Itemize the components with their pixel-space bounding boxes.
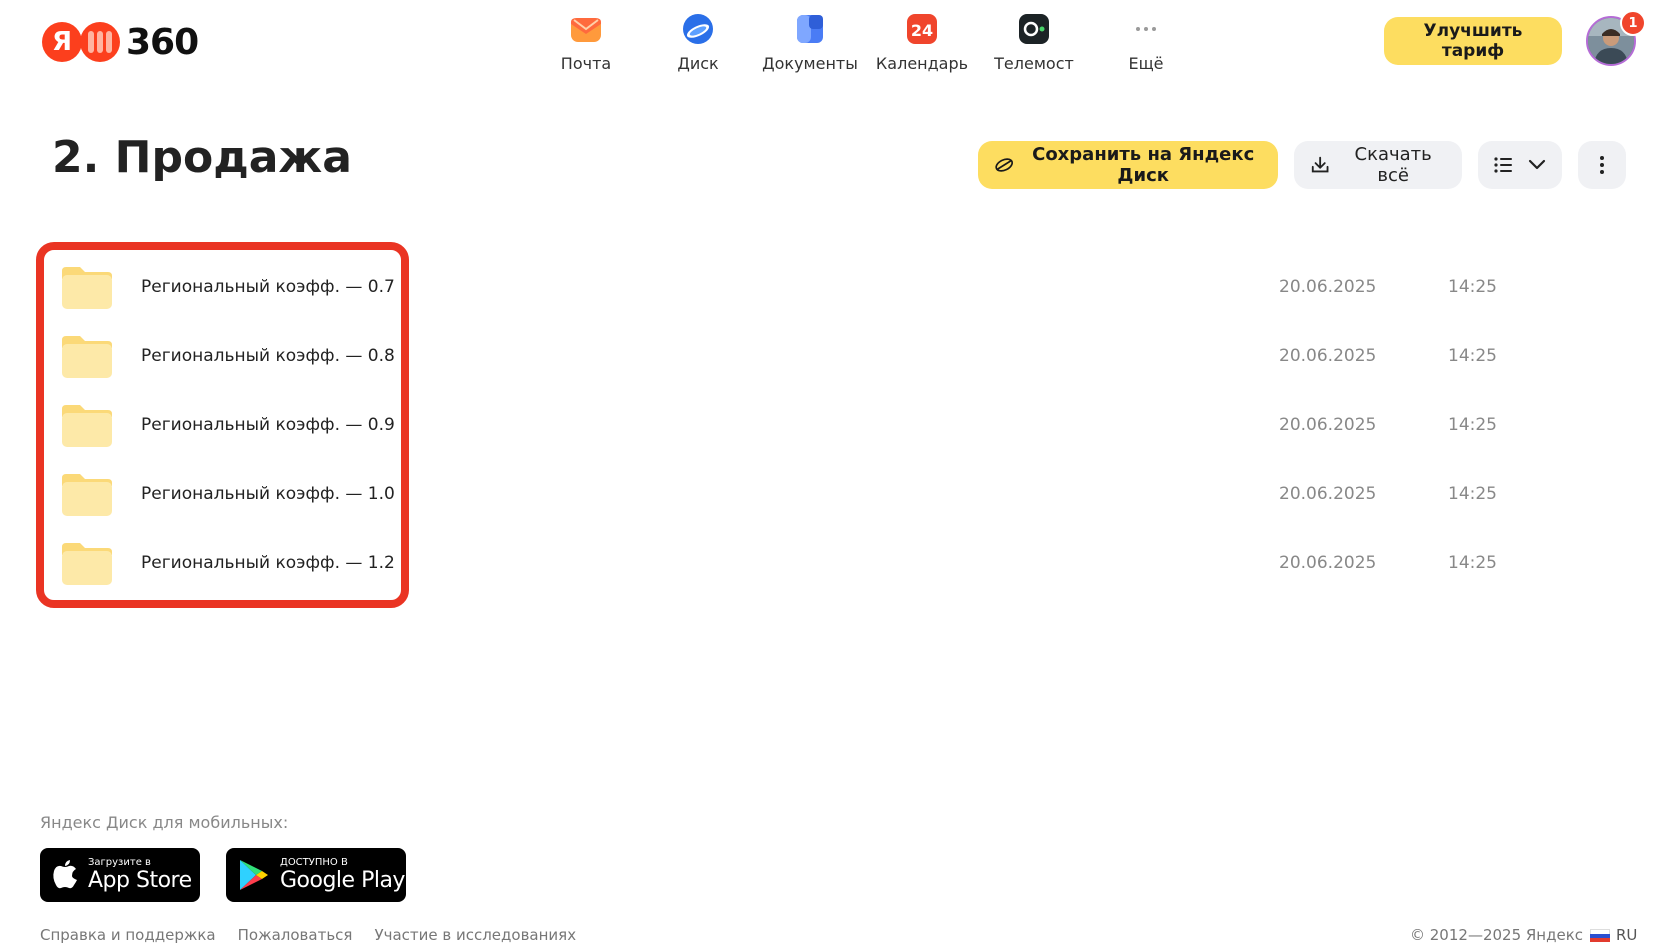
footer-link-report[interactable]: Пожаловаться xyxy=(238,926,353,944)
file-row[interactable]: Региональный коэфф. — 1.0 20.06.2025 14:… xyxy=(0,460,1680,529)
list-view-icon xyxy=(1494,157,1512,173)
save-to-disk-label: Сохранить на Яндекс Диск xyxy=(1032,144,1255,186)
file-time: 14:25 xyxy=(1448,415,1497,435)
file-row[interactable]: Региональный коэфф. — 1.2 20.06.2025 14:… xyxy=(0,529,1680,598)
footer-link-research[interactable]: Участие в исследованиях xyxy=(374,926,576,944)
download-all-label: Скачать всё xyxy=(1354,144,1432,186)
apple-icon xyxy=(53,860,77,889)
yandex-360-logo[interactable]: Я 360 xyxy=(42,21,199,63)
service-telemost-label: Телемост xyxy=(994,54,1074,73)
kebab-menu-icon xyxy=(1600,156,1604,174)
language-label: RU xyxy=(1616,926,1638,944)
download-icon xyxy=(1311,156,1329,173)
more-dots-icon xyxy=(1129,12,1163,46)
file-date: 20.06.2025 xyxy=(1279,346,1377,366)
service-mail-label: Почта xyxy=(560,54,612,73)
service-disk-label: Диск xyxy=(677,54,719,73)
google-play-icon xyxy=(240,860,268,890)
folder-icon xyxy=(62,267,112,309)
yandex-360-ring-icon xyxy=(80,22,120,62)
services-nav: Почта Диск Документы 24 Календарь Телемо… xyxy=(530,12,1202,73)
copyright: © 2012—2025 Яндекс xyxy=(1410,926,1584,944)
service-calendar[interactable]: 24 Календарь xyxy=(866,12,978,73)
view-mode-button[interactable] xyxy=(1478,141,1562,189)
file-name: Региональный коэфф. — 0.7 xyxy=(141,277,395,297)
save-to-disk-button[interactable]: Сохранить на Яндекс Диск xyxy=(978,141,1278,189)
app-store-badge[interactable]: Загрузите в App Store xyxy=(40,848,200,902)
file-name: Региональный коэфф. — 1.2 xyxy=(141,553,395,573)
file-time: 14:25 xyxy=(1448,553,1497,573)
file-time: 14:25 xyxy=(1448,484,1497,504)
file-time: 14:25 xyxy=(1448,277,1497,297)
disk-save-icon xyxy=(995,158,1014,172)
file-name: Региональный коэфф. — 1.0 xyxy=(141,484,395,504)
footer-link-support[interactable]: Справка и поддержка xyxy=(40,926,216,944)
documents-icon xyxy=(793,12,827,46)
folder-icon xyxy=(62,405,112,447)
file-date: 20.06.2025 xyxy=(1279,415,1377,435)
service-calendar-label: Календарь xyxy=(875,54,969,73)
service-more[interactable]: Ещё xyxy=(1090,12,1202,73)
file-name: Региональный коэфф. — 0.8 xyxy=(141,346,395,366)
footer-links: Справка и поддержка Пожаловаться Участие… xyxy=(40,926,576,944)
calendar-day: 24 xyxy=(911,21,933,40)
notification-badge: 1 xyxy=(1620,10,1646,36)
file-row[interactable]: Региональный коэфф. — 0.9 20.06.2025 14:… xyxy=(0,391,1680,460)
service-disk[interactable]: Диск xyxy=(642,12,754,73)
service-documents[interactable]: Документы xyxy=(754,12,866,73)
app-store-big: App Store xyxy=(88,868,192,893)
russia-flag-icon xyxy=(1590,928,1610,942)
language-switcher[interactable]: RU xyxy=(1590,926,1637,944)
service-more-label: Ещё xyxy=(1128,54,1164,73)
file-row[interactable]: Региональный коэфф. — 0.8 20.06.2025 14:… xyxy=(0,322,1680,391)
file-time: 14:25 xyxy=(1448,346,1497,366)
folder-icon xyxy=(62,543,112,585)
google-play-badge[interactable]: ДОСТУПНО В Google Play xyxy=(226,848,406,902)
google-play-big: Google Play xyxy=(280,868,405,893)
page: Я 360 Почта Диск Документы 24 Календарь … xyxy=(0,0,1680,946)
folder-toolbar: Сохранить на Яндекс Диск Скачать всё xyxy=(978,141,1626,189)
yandex-logo-icon: Я xyxy=(42,22,82,62)
service-mail[interactable]: Почта xyxy=(530,12,642,73)
file-list: Региональный коэфф. — 0.7 20.06.2025 14:… xyxy=(0,253,1680,598)
file-date: 20.06.2025 xyxy=(1279,484,1377,504)
mobile-apps-label: Яндекс Диск для мобильных: xyxy=(40,813,289,832)
logo-text: 360 xyxy=(126,21,199,63)
file-date: 20.06.2025 xyxy=(1279,277,1377,297)
page-title: 2. Продажа xyxy=(52,132,352,183)
telemost-icon xyxy=(1017,12,1051,46)
folder-icon xyxy=(62,474,112,516)
calendar-icon: 24 xyxy=(905,12,939,46)
disk-icon xyxy=(681,12,715,46)
more-actions-button[interactable] xyxy=(1578,141,1626,189)
folder-icon xyxy=(62,336,112,378)
file-row[interactable]: Региональный коэфф. — 0.7 20.06.2025 14:… xyxy=(0,253,1680,322)
upgrade-plan-button[interactable]: Улучшить тариф xyxy=(1384,17,1562,65)
download-all-button[interactable]: Скачать всё xyxy=(1294,141,1462,189)
file-name: Региональный коэфф. — 0.9 xyxy=(141,415,395,435)
service-telemost[interactable]: Телемост xyxy=(978,12,1090,73)
service-documents-label: Документы xyxy=(762,54,858,73)
file-date: 20.06.2025 xyxy=(1279,553,1377,573)
chevron-down-icon xyxy=(1528,159,1546,170)
mail-icon xyxy=(569,12,603,46)
